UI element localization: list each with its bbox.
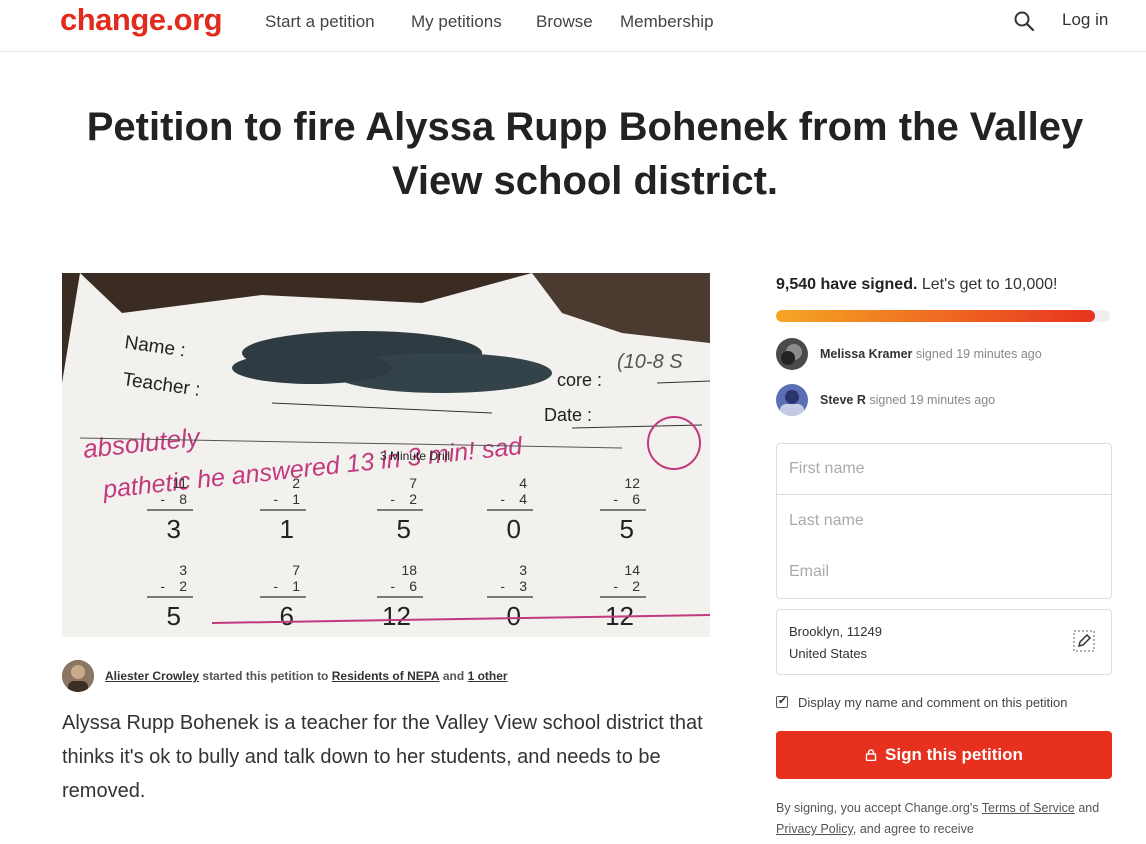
problem-minus-sign: - xyxy=(390,491,395,507)
problem-row2-bottom-number: 1 xyxy=(292,578,300,594)
problem-row2-minus-sign: - xyxy=(613,578,618,594)
problem-row2-top-number: 7 xyxy=(292,562,300,578)
top-nav-bar: change.org Start a petition My petitions… xyxy=(0,0,1146,52)
worksheet-drill-title: 3 Minute Drill xyxy=(380,449,450,463)
nav-membership[interactable]: Membership xyxy=(620,12,714,32)
petition-title: Petition to fire Alyssa Rupp Bohenek fro… xyxy=(86,105,1084,203)
display-name-checkbox[interactable]: ✔ xyxy=(776,695,788,708)
problem-answer: 5 xyxy=(620,514,634,544)
signer-name: Steve R xyxy=(820,393,866,407)
starter-and-text: and xyxy=(442,669,465,683)
nav-start-petition[interactable]: Start a petition xyxy=(265,12,375,32)
problem-answer: 5 xyxy=(397,514,411,544)
display-name-label: Display my name and comment on this peti… xyxy=(798,695,1068,710)
problem-bottom-number: 2 xyxy=(409,491,417,507)
first-name-field[interactable] xyxy=(776,443,1112,495)
problem-row2-bottom-number: 2 xyxy=(632,578,640,594)
problem-minus-sign: - xyxy=(500,491,505,507)
problem-row2-top-number: 18 xyxy=(401,562,417,578)
problem-minus-sign: - xyxy=(273,491,278,507)
problem-row2-bottom-number: 2 xyxy=(179,578,187,594)
problem-answer: 0 xyxy=(507,514,521,544)
signer-time: signed 19 minutes ago xyxy=(869,393,996,407)
starter-line: Aliester Crowley started this petition t… xyxy=(105,669,508,683)
problem-row2-top-number: 3 xyxy=(519,562,527,578)
nav-my-petitions[interactable]: My petitions xyxy=(411,12,502,32)
problem-row2-answer: 6 xyxy=(280,601,294,631)
problem-row2-answer: 0 xyxy=(507,601,521,631)
problem-answer: 3 xyxy=(167,514,181,544)
problem-row2-top-number: 14 xyxy=(624,562,640,578)
signer-name: Melissa Kramer xyxy=(820,347,913,361)
signature-progress-bar xyxy=(776,310,1110,322)
starter-middle-text: started this petition to xyxy=(202,669,329,683)
lock-icon xyxy=(865,749,877,761)
sign-button-label: Sign this petition xyxy=(885,745,1023,764)
problem-minus-sign: - xyxy=(613,491,618,507)
problem-bottom-number: 6 xyxy=(632,491,640,507)
problem-top-number: 4 xyxy=(519,475,527,491)
sign-petition-button[interactable]: Sign this petition xyxy=(776,731,1112,779)
location-box[interactable]: Brooklyn, 11249 United States xyxy=(776,609,1112,675)
disclaimer-prefix: By signing, you accept Change.org's xyxy=(776,801,979,815)
problem-row2-minus-sign: - xyxy=(160,578,165,594)
problem-minus-sign: - xyxy=(160,491,165,507)
problem-top-number: 7 xyxy=(409,475,417,491)
change-org-logo[interactable]: change.org xyxy=(60,2,223,38)
problem-answer: 1 xyxy=(280,514,294,544)
problem-row2-answer: 5 xyxy=(167,601,181,631)
last-name-field[interactable] xyxy=(776,495,1112,547)
terms-of-service-link[interactable]: Terms of Service xyxy=(982,801,1075,815)
signing-disclaimer: By signing, you accept Change.org's Term… xyxy=(776,798,1112,840)
signer-avatar xyxy=(776,384,808,416)
problem-top-number: 12 xyxy=(624,475,640,491)
starter-avatar[interactable] xyxy=(62,660,94,692)
location-city: Brooklyn, 11249 xyxy=(789,624,882,639)
worksheet-score-label: core : xyxy=(557,370,602,390)
problem-row2-minus-sign: - xyxy=(500,578,505,594)
email-field[interactable] xyxy=(776,546,1112,599)
signature-count: 9,540 have signed. Let's get to 10,000! xyxy=(776,276,1057,294)
problem-top-number: 11 xyxy=(172,475,187,491)
disclaimer-suffix: , and agree to receive xyxy=(852,822,974,836)
problem-row2-bottom-number: 3 xyxy=(519,578,527,594)
problem-row2-answer: 12 xyxy=(382,601,411,631)
signer-avatar xyxy=(776,338,808,370)
petition-description: Alyssa Rupp Bohenek is a teacher for the… xyxy=(62,712,703,802)
target-link[interactable]: Residents of NEPA xyxy=(332,669,440,683)
login-link[interactable]: Log in xyxy=(1062,10,1108,30)
problem-row2-top-number: 3 xyxy=(179,562,187,578)
disclaimer-and: and xyxy=(1078,801,1100,815)
problem-top-number: 2 xyxy=(292,475,300,491)
privacy-policy-link[interactable]: Privacy Policy xyxy=(776,822,853,836)
signed-count-text: 9,540 have signed. xyxy=(776,276,918,293)
signature-progress-fill xyxy=(776,310,1095,322)
signer-time: signed 19 minutes ago xyxy=(915,347,1042,361)
search-icon[interactable] xyxy=(1013,10,1035,32)
location-country: United States xyxy=(789,646,868,661)
worksheet-score-note: (10-8 S xyxy=(617,351,683,373)
problem-bottom-number: 8 xyxy=(179,491,187,507)
starter-name-link[interactable]: Aliester Crowley xyxy=(105,669,199,683)
problem-row2-bottom-number: 6 xyxy=(409,578,417,594)
problem-row2-minus-sign: - xyxy=(390,578,395,594)
other-target-link[interactable]: 1 other xyxy=(468,669,508,683)
problem-bottom-number: 4 xyxy=(519,491,527,507)
problem-bottom-number: 1 xyxy=(292,491,300,507)
edit-pencil-icon[interactable] xyxy=(1073,630,1095,652)
goal-text: Let's get to 10,000! xyxy=(921,276,1058,293)
petition-photo: Name : Teacher : core : Date : (10-8 S a… xyxy=(62,273,710,637)
problem-row2-minus-sign: - xyxy=(273,578,278,594)
worksheet-date-label: Date : xyxy=(544,405,592,425)
nav-browse[interactable]: Browse xyxy=(536,12,593,32)
